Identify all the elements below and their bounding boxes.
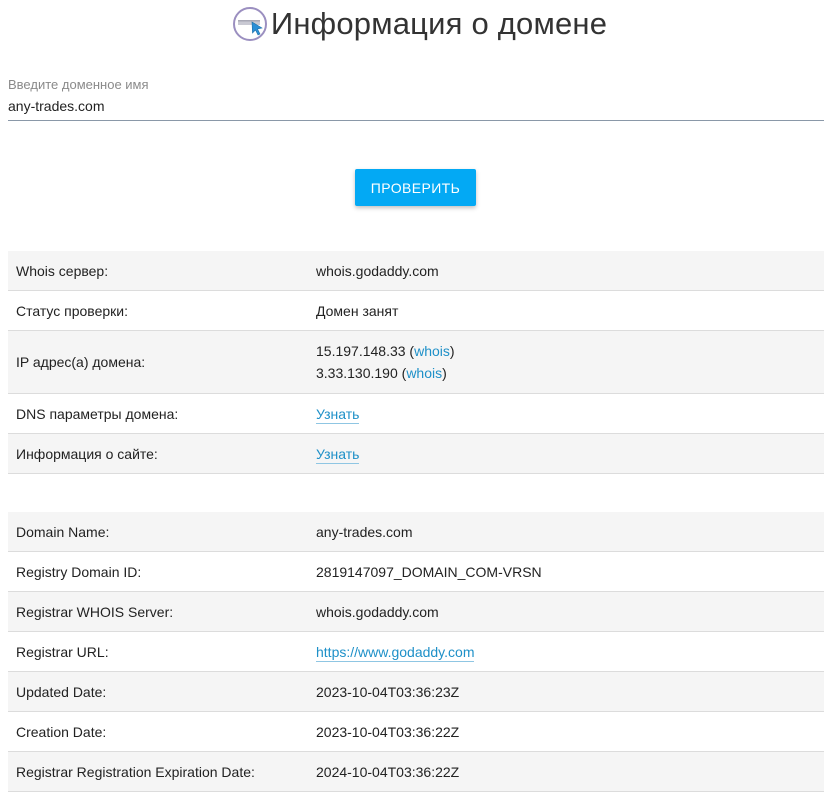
dns-link[interactable]: Узнать — [316, 405, 360, 424]
row-key: Whois сервер: — [8, 251, 316, 291]
page-title: Информация о домене — [270, 6, 608, 41]
row-value: Узнать — [316, 393, 824, 434]
table-row: Registrar URL: https://www.godaddy.com — [8, 631, 824, 672]
ip-list: 15.197.148.33 (whois) 3.33.130.190 (whoi… — [316, 330, 824, 394]
table-row: Creation Date: 2023-10-04T03:36:22Z — [8, 711, 824, 752]
whois-table: Domain Name: any-trades.com Registry Dom… — [8, 512, 824, 792]
row-value: whois.godaddy.com — [316, 251, 824, 291]
ip-address: 15.197.148.33 — [316, 343, 406, 359]
row-value: whois.godaddy.com — [316, 591, 824, 632]
table-row: Registrar WHOIS Server: whois.godaddy.co… — [8, 591, 824, 632]
status-value: Домен занят — [316, 290, 824, 331]
row-value: 2023-10-04T03:36:23Z — [316, 671, 824, 712]
row-value: 2023-10-04T03:36:22Z — [316, 711, 824, 752]
ip-item: 15.197.148.33 (whois) — [316, 343, 455, 359]
header: Информация о домене — [0, 6, 840, 42]
row-key: DNS параметры домена: — [8, 393, 316, 434]
table-row: Информация о сайте: Узнать — [8, 433, 824, 474]
table-row: IP адрес(а) домена: 15.197.148.33 (whois… — [8, 330, 824, 394]
row-key: Registry Domain ID: — [8, 551, 316, 592]
table-row: Updated Date: 2023-10-04T03:36:23Z — [8, 671, 824, 712]
row-key: Registrar WHOIS Server: — [8, 591, 316, 632]
domain-field-label: Введите доменное имя — [8, 77, 149, 92]
page: Информация о домене Введите доменное имя… — [0, 0, 840, 799]
site-info-link[interactable]: Узнать — [316, 445, 360, 464]
table-row: Registry Domain ID: 2819147097_DOMAIN_CO… — [8, 551, 824, 592]
table-row: Статус проверки: Домен занят — [8, 290, 824, 331]
row-key: Registrar Registration Expiration Date: — [8, 751, 316, 792]
domain-cursor-icon — [232, 7, 267, 41]
whois-link[interactable]: whois — [414, 343, 450, 359]
row-key: Domain Name: — [8, 512, 316, 552]
table-row: Registrar Registration Expiration Date: … — [8, 751, 824, 792]
row-key: Информация о сайте: — [8, 433, 316, 474]
registrar-url-link[interactable]: https://www.godaddy.com — [316, 643, 475, 662]
domain-field: Введите доменное имя — [8, 76, 824, 121]
table-row: Domain Name: any-trades.com — [8, 512, 824, 552]
row-key: Registrar URL: — [8, 631, 316, 672]
row-value: Узнать — [316, 433, 824, 474]
ip-item: 3.33.130.190 (whois) — [316, 365, 447, 381]
ip-address: 3.33.130.190 — [316, 365, 398, 381]
check-button[interactable]: ПРОВЕРИТЬ — [355, 169, 476, 206]
summary-table: Whois сервер: whois.godaddy.com Статус п… — [8, 251, 824, 474]
row-key: Updated Date: — [8, 671, 316, 712]
row-key: Статус проверки: — [8, 290, 316, 331]
domain-input[interactable] — [8, 94, 824, 121]
whois-link[interactable]: whois — [406, 365, 442, 381]
row-key: IP адрес(а) домена: — [8, 330, 316, 394]
row-value: 2819147097_DOMAIN_COM-VRSN — [316, 551, 824, 592]
table-row: Whois сервер: whois.godaddy.com — [8, 251, 824, 291]
row-key: Creation Date: — [8, 711, 316, 752]
table-row: DNS параметры домена: Узнать — [8, 393, 824, 434]
row-value: any-trades.com — [316, 512, 824, 552]
row-value: 2024-10-04T03:36:22Z — [316, 751, 824, 792]
row-value: https://www.godaddy.com — [316, 631, 824, 672]
